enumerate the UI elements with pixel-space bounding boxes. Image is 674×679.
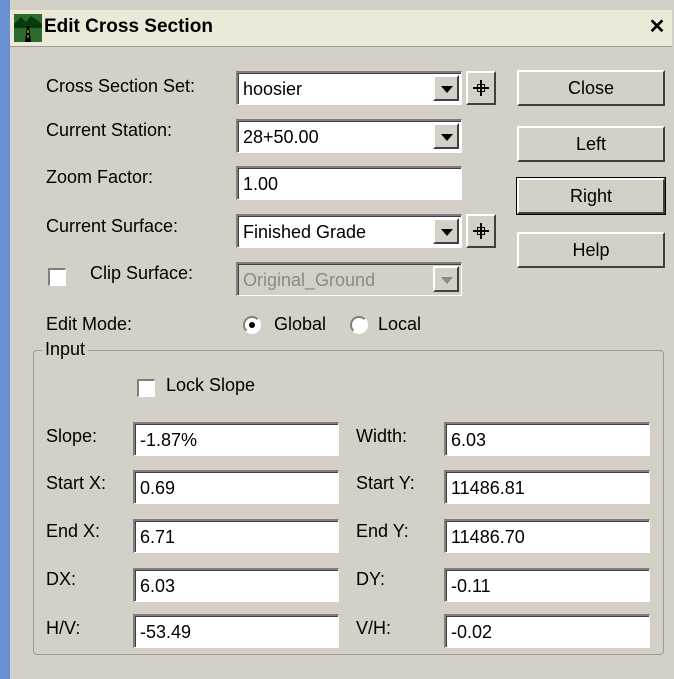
- slope-value: -1.87%: [140, 430, 198, 450]
- current-station-value: 28+50.00: [243, 127, 319, 147]
- dy-label: DY:: [356, 569, 386, 589]
- cross-section-set-combo[interactable]: hoosier: [236, 71, 462, 105]
- global-radio[interactable]: [243, 316, 261, 334]
- road-icon: [14, 14, 42, 42]
- clip-surface-combo[interactable]: Original_Ground: [236, 262, 462, 296]
- current-surface-pick-button[interactable]: [466, 214, 496, 248]
- end-y-input[interactable]: 11486.70: [444, 519, 650, 553]
- current-surface-value: Finished Grade: [243, 222, 367, 242]
- zoom-factor-input[interactable]: 1.00: [236, 166, 462, 200]
- chevron-down-icon: [441, 86, 453, 93]
- hv-input[interactable]: -53.49: [133, 614, 339, 648]
- chevron-down-icon: [441, 229, 453, 236]
- end-x-input[interactable]: 6.71: [133, 519, 339, 553]
- chevron-down-icon: [441, 277, 453, 284]
- left-button[interactable]: Left: [517, 126, 665, 162]
- crosshair-icon-center: [477, 227, 485, 235]
- slope-label: Slope:: [46, 426, 98, 446]
- vh-value: -0.02: [451, 622, 493, 642]
- dx-value: 6.03: [140, 576, 176, 596]
- start-y-value: 11486.81: [451, 478, 525, 498]
- cross-section-set-value: hoosier: [243, 79, 303, 99]
- width-input[interactable]: 6.03: [444, 422, 650, 456]
- width-value: 6.03: [451, 430, 487, 450]
- end-y-value: 11486.70: [451, 527, 525, 547]
- chevron-down-icon: [441, 134, 453, 141]
- crosshair-icon-center: [477, 84, 485, 92]
- current-station-dropdown-button[interactable]: [433, 123, 459, 149]
- current-surface-label: Current Surface:: [46, 216, 179, 236]
- zoom-factor-label: Zoom Factor:: [46, 167, 154, 187]
- clip-surface-value: Original_Ground: [243, 270, 376, 290]
- end-x-value: 6.71: [140, 527, 176, 547]
- lock-slope-checkbox[interactable]: [137, 379, 155, 397]
- close-button[interactable]: Close: [517, 70, 665, 106]
- clip-surface-dropdown-button[interactable]: [433, 266, 459, 292]
- edit-mode-label: Edit Mode:: [46, 314, 133, 334]
- dy-value: -0.11: [451, 576, 491, 596]
- hv-label: H/V:: [46, 618, 81, 638]
- cross-section-set-dropdown-button[interactable]: [433, 75, 459, 101]
- clip-surface-label: Clip Surface:: [90, 263, 194, 283]
- current-surface-combo[interactable]: Finished Grade: [236, 214, 462, 248]
- title-bar[interactable]: Edit Cross Section ✕: [10, 10, 672, 47]
- clip-surface-checkbox[interactable]: [48, 268, 66, 286]
- help-button[interactable]: Help: [517, 232, 665, 268]
- vh-label: V/H:: [356, 618, 392, 638]
- edit-cross-section-dialog: Edit Cross Section ✕ Cross Section Set: …: [0, 0, 674, 679]
- local-radio-label[interactable]: Local: [378, 314, 421, 335]
- current-station-combo[interactable]: 28+50.00: [236, 119, 462, 153]
- start-x-label: Start X:: [46, 473, 107, 493]
- window-frame-edge: [0, 0, 10, 679]
- dx-input[interactable]: 6.03: [133, 568, 339, 602]
- right-button[interactable]: Right: [516, 177, 666, 215]
- current-station-label: Current Station:: [46, 120, 173, 140]
- input-group-title: Input: [42, 339, 89, 360]
- zoom-factor-value: 1.00: [243, 174, 279, 194]
- local-radio[interactable]: [350, 316, 368, 334]
- close-window-button[interactable]: ✕: [646, 17, 668, 39]
- radio-selected-dot: [249, 322, 255, 328]
- start-x-value: 0.69: [140, 478, 176, 498]
- window-title: Edit Cross Section: [44, 16, 213, 37]
- end-y-label: End Y:: [356, 521, 409, 541]
- hv-value: -53.49: [140, 622, 192, 642]
- slope-input[interactable]: -1.87%: [133, 422, 339, 456]
- lock-slope-label[interactable]: Lock Slope: [166, 375, 255, 396]
- cross-section-set-label: Cross Section Set:: [46, 76, 196, 96]
- current-surface-dropdown-button[interactable]: [433, 218, 459, 244]
- width-label: Width:: [356, 426, 408, 446]
- vh-input[interactable]: -0.02: [444, 614, 650, 648]
- end-x-label: End X:: [46, 521, 101, 541]
- start-y-label: Start Y:: [356, 473, 415, 493]
- start-x-input[interactable]: 0.69: [133, 470, 339, 504]
- dx-label: DX:: [46, 569, 77, 589]
- start-y-input[interactable]: 11486.81: [444, 470, 650, 504]
- dy-input[interactable]: -0.11: [444, 568, 650, 602]
- global-radio-label[interactable]: Global: [274, 314, 326, 335]
- cross-section-set-pick-button[interactable]: [466, 71, 496, 105]
